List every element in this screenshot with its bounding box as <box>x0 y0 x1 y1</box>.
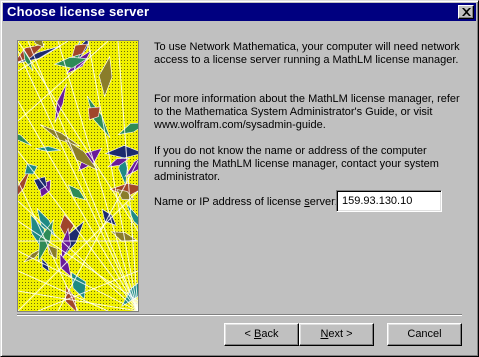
contact-admin-text: If you do not know the name or address o… <box>154 145 439 183</box>
separator-highlight <box>17 315 462 316</box>
more-info-text: For more information about the MathLM li… <box>154 93 460 131</box>
license-server-field[interactable] <box>336 190 442 212</box>
close-icon <box>462 8 471 16</box>
mathematica-illustration <box>17 40 139 312</box>
intro-text: To use Network Mathematica, your compute… <box>154 41 460 66</box>
cancel-button[interactable]: Cancel <box>387 323 462 346</box>
license-server-label: Name or IP address of license server: <box>154 196 338 208</box>
back-button[interactable]: < Back <box>224 323 299 346</box>
close-button[interactable] <box>458 5 474 19</box>
window-title: Choose license server <box>7 4 150 19</box>
title-bar[interactable]: Choose license server <box>3 3 476 21</box>
next-button[interactable]: Next > <box>299 323 374 346</box>
license-server-dialog: Choose license server To use Network Mat… <box>0 0 479 357</box>
license-server-input[interactable] <box>339 193 440 209</box>
